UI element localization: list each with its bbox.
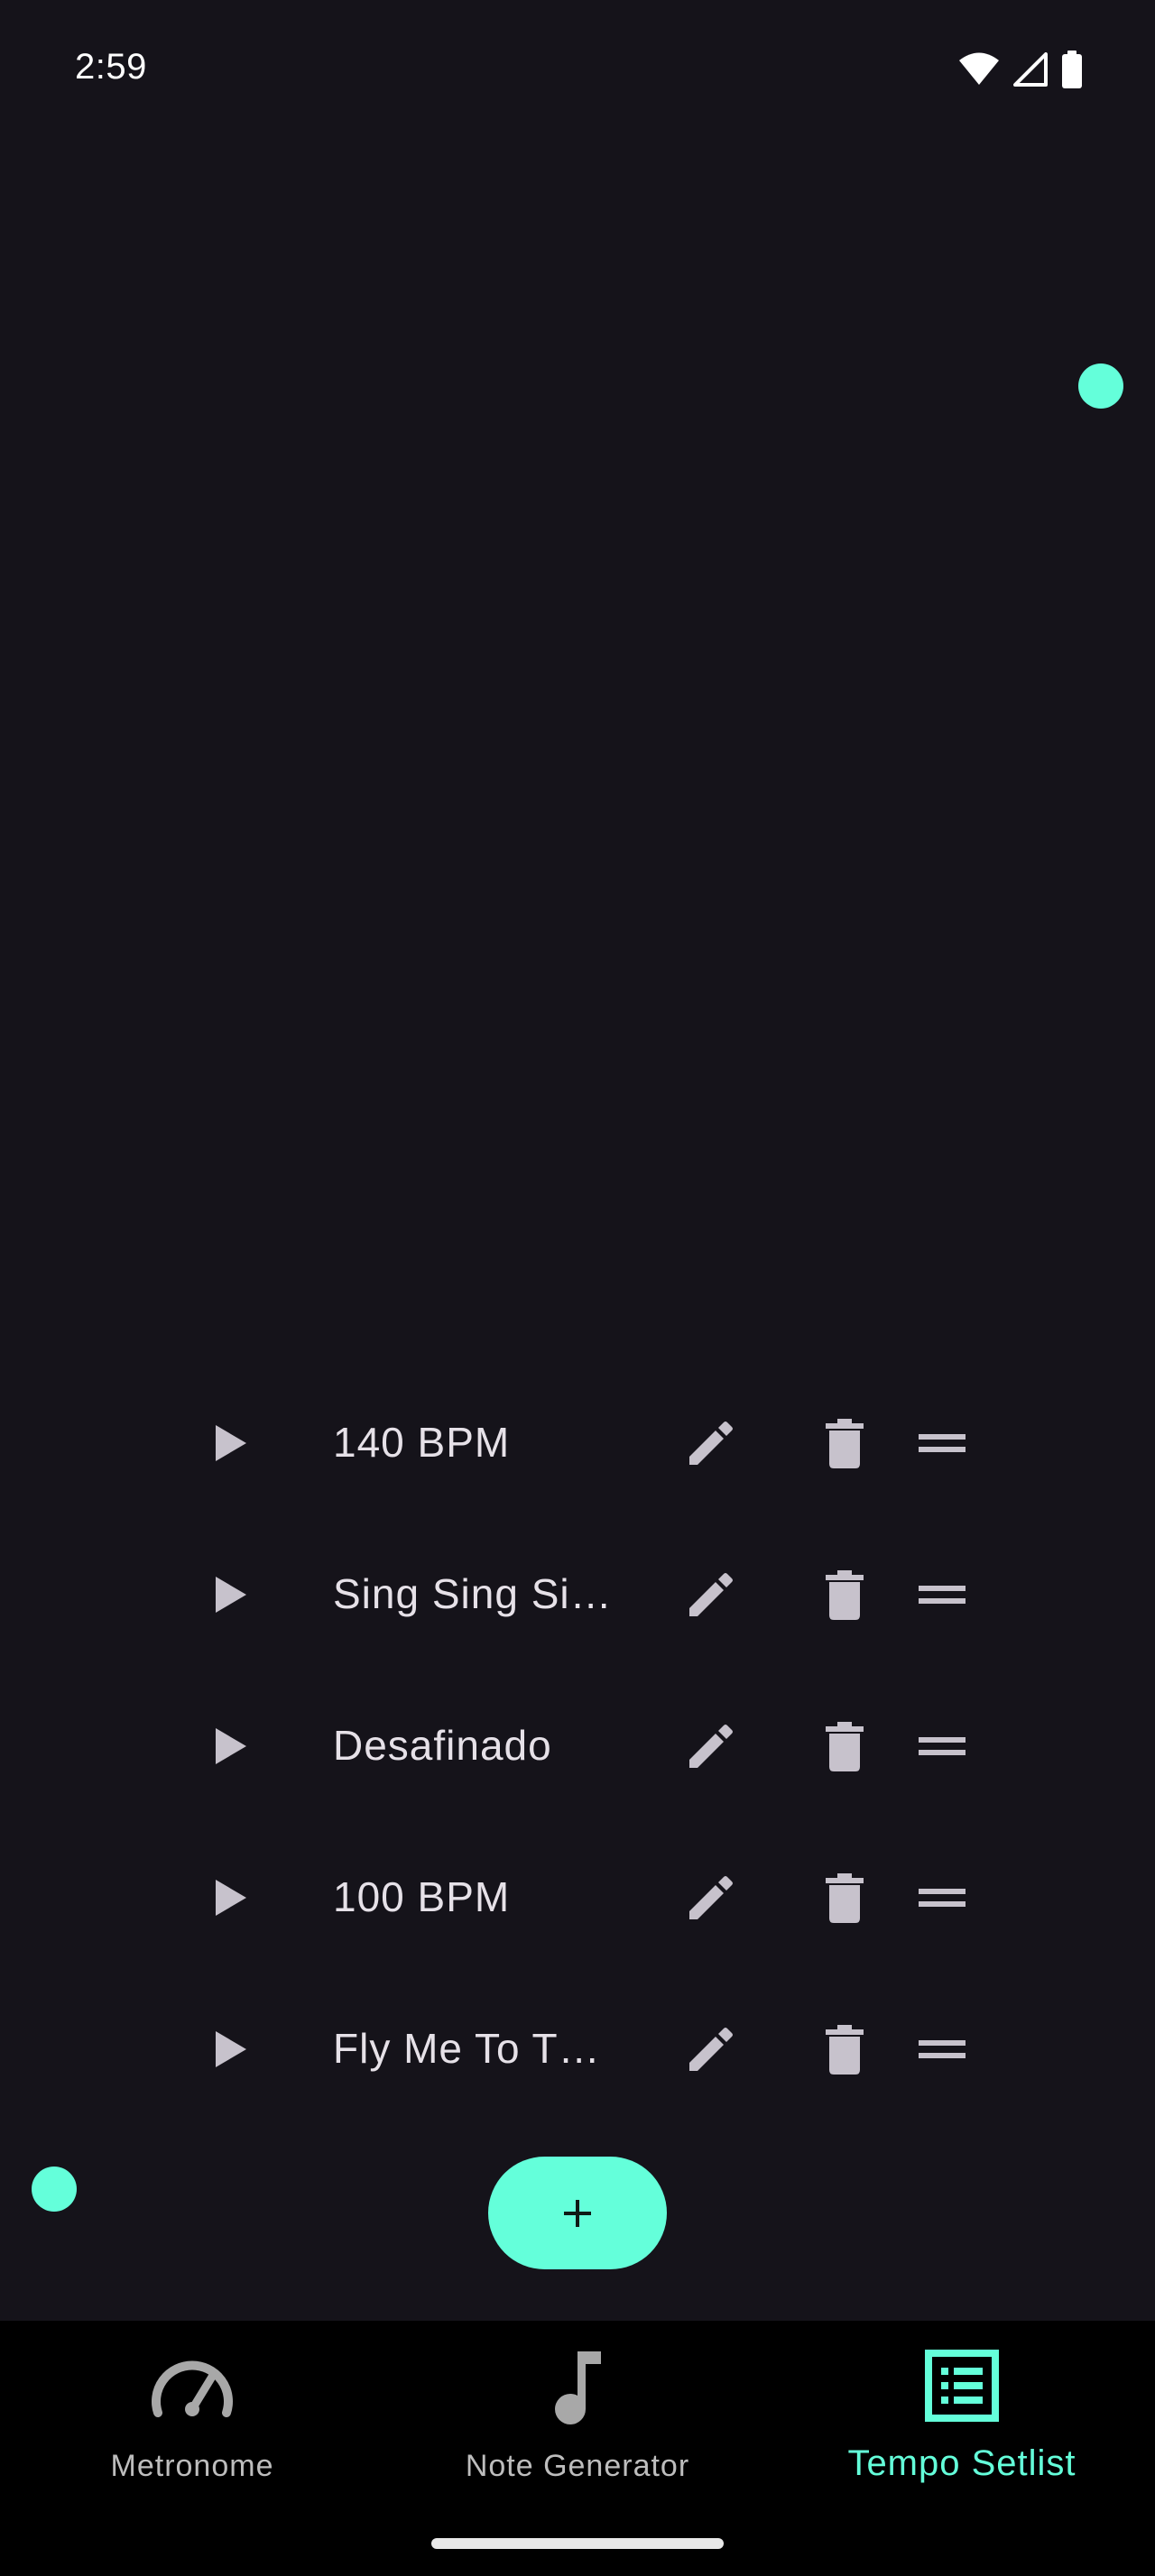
status-icons — [958, 51, 1083, 88]
music-note-icon — [555, 2351, 601, 2424]
delete-button[interactable] — [816, 2020, 873, 2078]
signal-icon — [1012, 52, 1049, 87]
setlist-row: 140 BPM — [0, 1367, 1155, 1519]
nav-label-metronome: Metronome — [110, 2449, 274, 2483]
edit-button[interactable] — [682, 1566, 740, 1624]
trash-icon — [826, 1873, 864, 1923]
pencil-icon — [689, 2028, 733, 2071]
drag-handle-icon — [919, 1889, 966, 1907]
drag-handle[interactable] — [913, 1717, 971, 1775]
delete-button[interactable] — [816, 1414, 873, 1472]
trash-icon — [826, 2025, 864, 2075]
floating-dot-left — [32, 2167, 77, 2212]
setlist-item-title: 100 BPM — [333, 1873, 511, 1920]
floating-dot-top — [1078, 363, 1123, 409]
edit-button[interactable] — [682, 1869, 740, 1927]
drag-handle-icon — [919, 2040, 966, 2058]
setlist-item-title: Desafinado — [333, 1722, 552, 1769]
speedometer-icon — [152, 2360, 233, 2417]
nav-item-metronome[interactable]: Metronome — [0, 2321, 384, 2528]
setlist-row: Fly Me To T… — [0, 1973, 1155, 2125]
play-button[interactable] — [203, 2020, 257, 2078]
edit-button[interactable] — [682, 1414, 740, 1472]
trash-icon — [826, 1722, 864, 1771]
battery-icon — [1061, 51, 1083, 88]
play-icon — [216, 1425, 246, 1461]
setlist-item-title: Fly Me To T… — [333, 2025, 601, 2072]
play-icon — [216, 1728, 246, 1764]
delete-button[interactable] — [816, 1869, 873, 1927]
drag-handle[interactable] — [913, 2020, 971, 2078]
plus-icon — [564, 2199, 591, 2227]
drag-handle-icon — [919, 1434, 966, 1452]
pencil-icon — [689, 1573, 733, 1616]
play-button[interactable] — [203, 1414, 257, 1472]
bottom-navigation: Metronome Note Generator Tempo Setlist — [0, 2321, 1155, 2576]
nav-label-tempo-setlist: Tempo Setlist — [847, 2443, 1076, 2483]
setlist-item-title: 140 BPM — [333, 1419, 511, 1466]
setlist-row: 100 BPM — [0, 1822, 1155, 1973]
pencil-icon — [689, 1421, 733, 1465]
play-icon — [216, 1577, 246, 1613]
drag-handle[interactable] — [913, 1869, 971, 1927]
play-button[interactable] — [203, 1717, 257, 1775]
play-button[interactable] — [203, 1869, 257, 1927]
trash-icon — [826, 1419, 864, 1468]
add-song-button[interactable] — [488, 2157, 667, 2269]
list-icon — [925, 2350, 999, 2422]
drag-handle-icon — [919, 1737, 966, 1755]
wifi-icon — [958, 52, 1000, 87]
drag-handle-icon — [919, 1586, 966, 1604]
drag-handle[interactable] — [913, 1566, 971, 1624]
delete-button[interactable] — [816, 1566, 873, 1624]
nav-item-note-generator[interactable]: Note Generator — [385, 2321, 770, 2528]
nav-item-tempo-setlist[interactable]: Tempo Setlist — [770, 2321, 1154, 2528]
trash-icon — [826, 1570, 864, 1620]
setlist-item-title: Sing Sing Si… — [333, 1570, 613, 1617]
nav-label-note-generator: Note Generator — [465, 2449, 690, 2483]
setlist-row: Sing Sing Si… — [0, 1519, 1155, 1670]
pencil-icon — [689, 1876, 733, 1919]
setlist-row: Desafinado — [0, 1670, 1155, 1822]
play-icon — [216, 1880, 246, 1916]
edit-button[interactable] — [682, 2020, 740, 2078]
play-icon — [216, 2031, 246, 2067]
pencil-icon — [689, 1725, 733, 1768]
play-button[interactable] — [203, 1566, 257, 1624]
delete-button[interactable] — [816, 1717, 873, 1775]
status-bar: 2:59 — [0, 0, 1155, 135]
home-indicator[interactable] — [431, 2538, 724, 2549]
drag-handle[interactable] — [913, 1414, 971, 1472]
status-time: 2:59 — [75, 47, 147, 87]
edit-button[interactable] — [682, 1717, 740, 1775]
